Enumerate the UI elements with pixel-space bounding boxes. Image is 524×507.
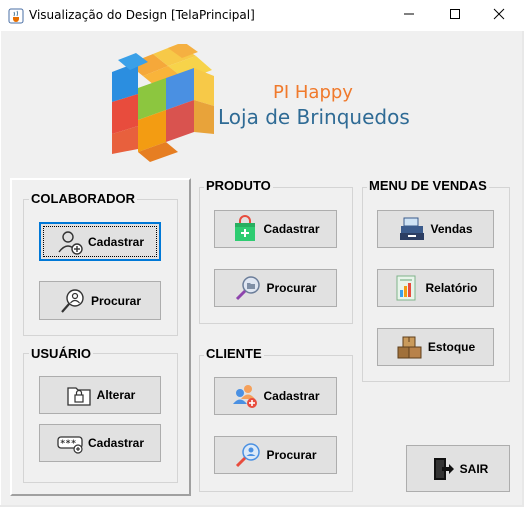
produto-procurar-button[interactable]: Procurar	[214, 269, 337, 307]
cubes-logo	[108, 42, 218, 164]
boxes-icon	[396, 333, 424, 361]
colaborador-cadastrar-button[interactable]: Cadastrar	[39, 222, 161, 261]
button-label: Alterar	[96, 388, 136, 402]
cliente-cadastrar-button[interactable]: Cadastrar	[214, 377, 337, 415]
cash-register-icon	[398, 215, 426, 243]
menu-vendas-title: MENU DE VENDAS	[367, 178, 489, 193]
window-title: Visualização do Design [TelaPrincipal]	[29, 8, 255, 22]
report-chart-icon	[393, 274, 421, 302]
add-users-icon	[231, 382, 259, 410]
estoque-button[interactable]: Estoque	[377, 328, 494, 366]
vendas-button[interactable]: Vendas	[377, 210, 494, 248]
shopping-bag-icon	[231, 215, 259, 243]
button-label: Procurar	[266, 448, 317, 462]
logo-title: PI Happy	[273, 82, 353, 103]
minimize-button[interactable]	[386, 0, 432, 31]
colaborador-procurar-button[interactable]: Procurar	[39, 281, 161, 320]
add-user-icon	[56, 228, 84, 256]
colaborador-title: COLABORADOR	[29, 191, 137, 206]
maximize-icon	[449, 7, 461, 25]
title-bar: Visualização do Design [TelaPrincipal]	[0, 0, 524, 31]
password-icon: ***	[56, 429, 84, 457]
button-label: Cadastrar	[263, 222, 320, 236]
button-label: Cadastrar	[263, 389, 320, 403]
usuario-group	[23, 353, 178, 483]
exit-door-icon	[428, 455, 456, 483]
usuario-title: USUÁRIO	[29, 346, 93, 361]
lock-folder-icon	[65, 381, 93, 409]
search-user-icon	[59, 287, 87, 315]
close-button[interactable]	[476, 0, 522, 31]
minimize-icon	[403, 7, 415, 25]
usuario-alterar-button[interactable]: Alterar	[39, 376, 161, 414]
java-cup-icon	[8, 8, 24, 24]
button-label: Relatório	[425, 281, 478, 295]
search-folder-icon	[234, 274, 262, 302]
maximize-button[interactable]	[432, 0, 478, 31]
sair-button[interactable]: SAIR	[406, 445, 510, 492]
button-label: Procurar	[90, 293, 142, 308]
button-label: Procurar	[266, 281, 317, 295]
button-label: Estoque	[427, 340, 476, 354]
search-person-icon	[234, 441, 262, 469]
button-label: Vendas	[430, 222, 473, 236]
button-label: SAIR	[459, 461, 489, 476]
cliente-title: CLIENTE	[204, 346, 264, 361]
usuario-cadastrar-button[interactable]: *** Cadastrar	[39, 424, 161, 462]
button-label: Cadastrar	[87, 436, 145, 450]
relatorio-button[interactable]: Relatório	[377, 269, 494, 307]
produto-title: PRODUTO	[204, 178, 273, 193]
close-icon	[493, 7, 505, 25]
logo-subtitle: Loja de Brinquedos	[218, 105, 410, 129]
produto-cadastrar-button[interactable]: Cadastrar	[214, 210, 337, 248]
cliente-procurar-button[interactable]: Procurar	[214, 436, 337, 474]
button-label: Cadastrar	[87, 234, 145, 249]
